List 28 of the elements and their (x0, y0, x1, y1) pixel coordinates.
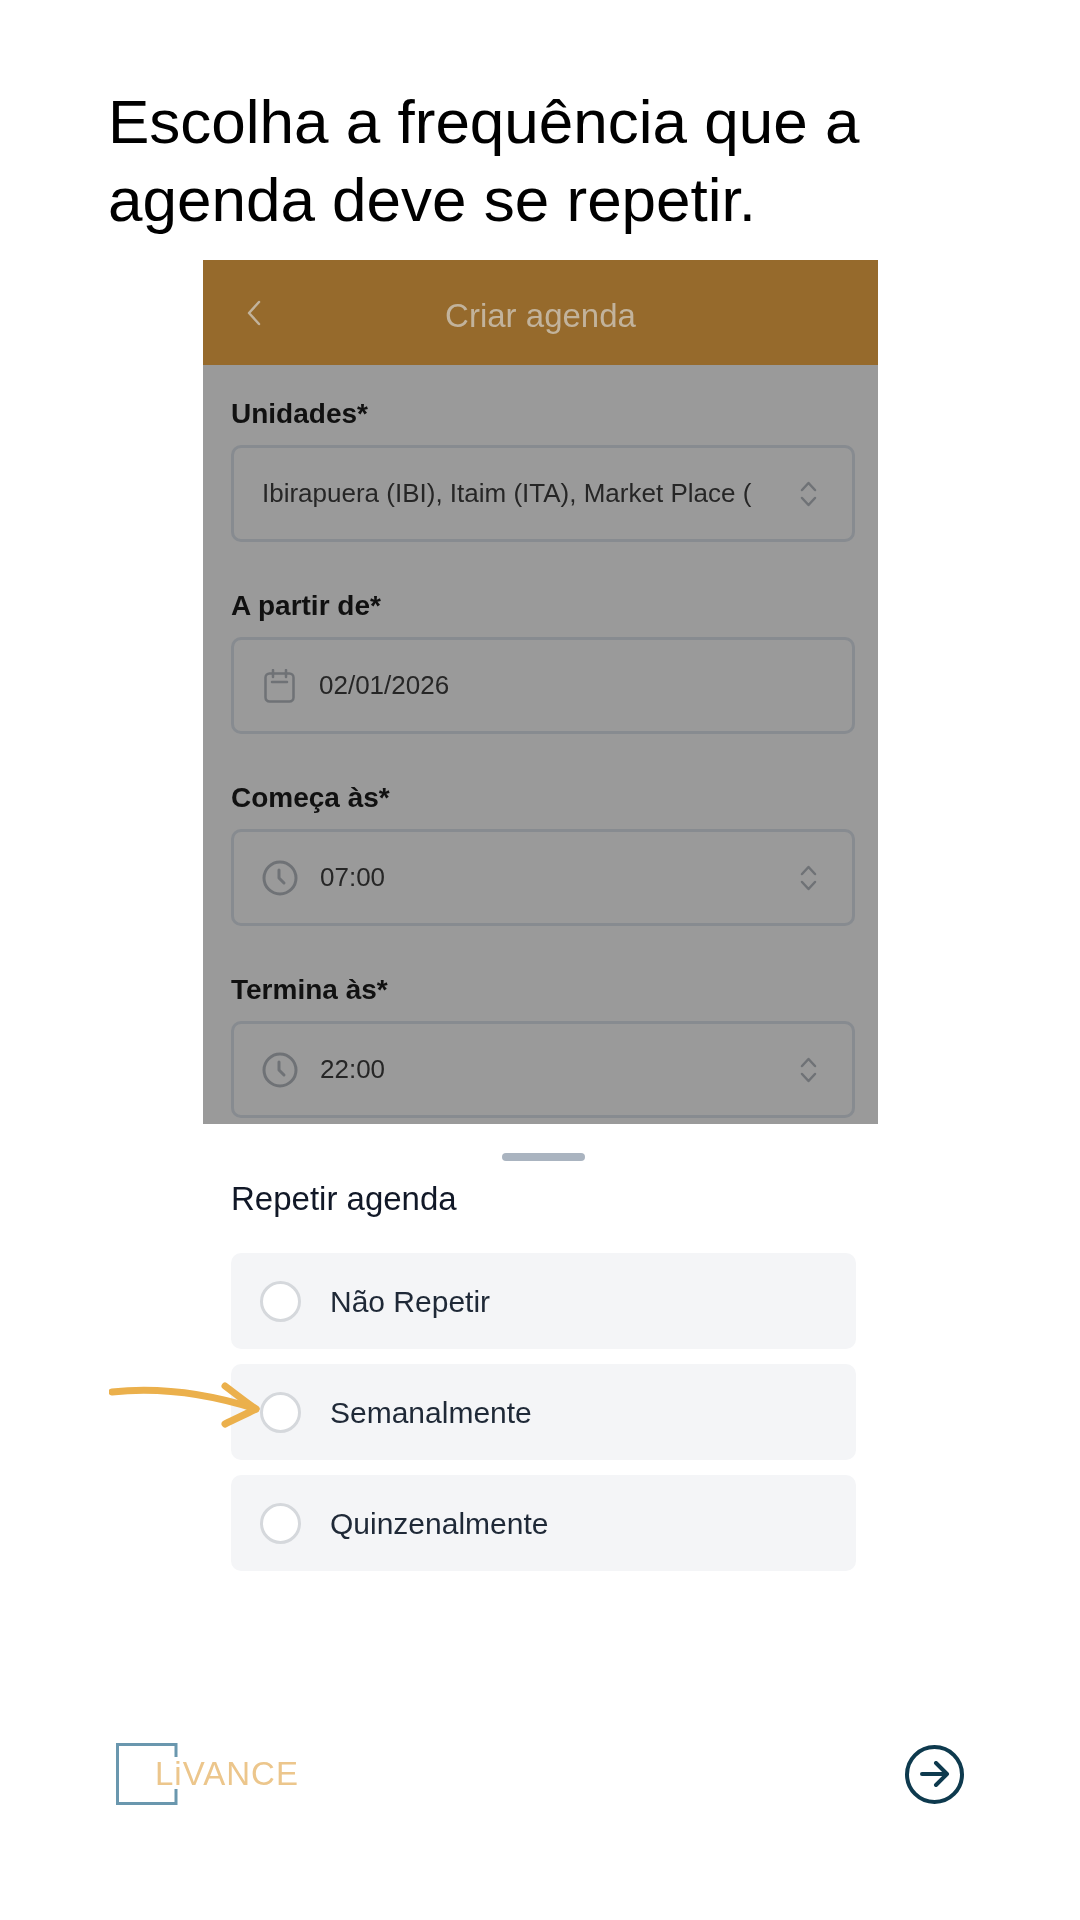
select-field[interactable]: Ibirapuera (IBI), Itaim (ITA), Market Place ( (231, 445, 855, 542)
chevron-up-down-icon (800, 1055, 817, 1084)
screen-title: Criar agenda (445, 295, 636, 336)
chevron-up-down-icon (800, 863, 817, 892)
repeat-option[interactable]: Quinzenalmente (231, 1475, 856, 1571)
radio-button[interactable] (260, 1280, 301, 1322)
arrow-right-icon (919, 1761, 950, 1787)
chevron-left-icon (247, 299, 261, 326)
radio-button[interactable] (260, 1391, 301, 1433)
field-label: Termina às* (231, 974, 388, 1006)
chevron-up-down-icon (800, 479, 817, 508)
clock-icon (262, 859, 298, 896)
drag-handle[interactable] (502, 1153, 585, 1161)
date-field[interactable]: 02/01/2026 (231, 637, 855, 734)
time-field[interactable]: 22:00 (231, 1021, 855, 1118)
calendar-icon (264, 668, 295, 703)
repeat-option[interactable]: Semanalmente (231, 1364, 856, 1460)
field-label: Começa às* (231, 782, 390, 814)
sheet-title: Repetir agenda (231, 1179, 457, 1219)
next-button[interactable] (905, 1744, 964, 1804)
repeat-option[interactable]: Não Repetir (231, 1253, 856, 1349)
time-field[interactable]: 07:00 (231, 829, 855, 926)
radio-button[interactable] (260, 1502, 301, 1544)
field-label: Unidades* (231, 398, 368, 430)
clock-icon (262, 1051, 298, 1088)
brand-name: LiVANCE (155, 1754, 299, 1794)
instruction-heading: Escolha a frequência que a agenda deve se repetir. (108, 86, 861, 236)
field-label: A partir de* (231, 590, 381, 622)
